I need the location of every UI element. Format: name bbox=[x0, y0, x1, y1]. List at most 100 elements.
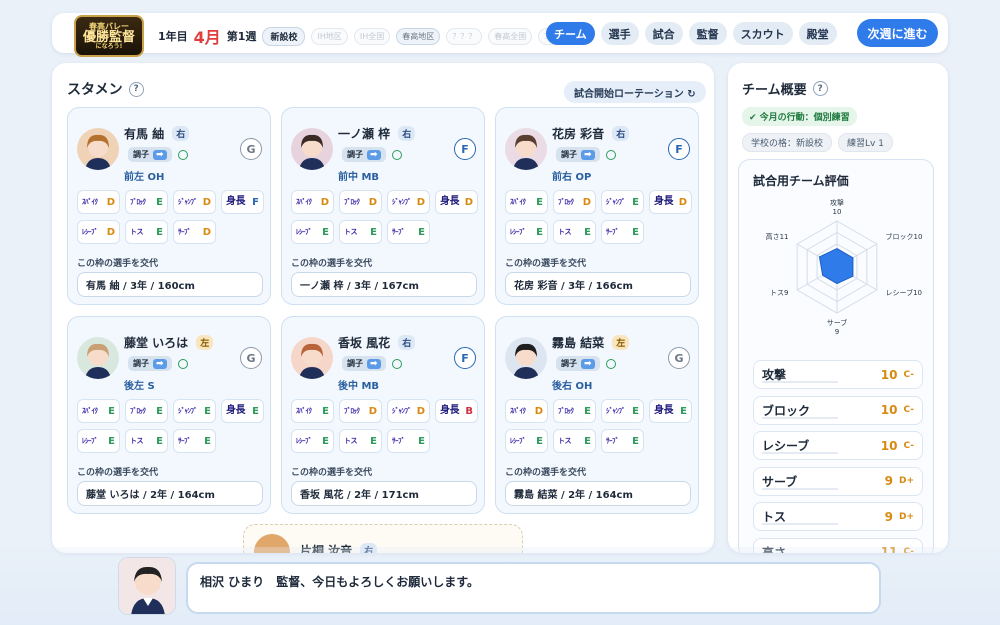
skill-item: ｽﾊﾟｲｸ E bbox=[291, 399, 334, 423]
skill-item: ﾚｼｰﾌﾞ E bbox=[77, 429, 120, 453]
skill-item: ｼﾞｬﾝﾌﾟ D bbox=[387, 399, 430, 423]
player-select[interactable]: 花房 彩音 / 3年 / 166cm bbox=[505, 272, 691, 297]
stat-grade: D+ bbox=[898, 511, 914, 522]
player-card[interactable]: 香坂 風花 右 調子 ➡ 後中 MB F ｽﾊﾟｲｸ E ﾌﾞﾛｯｸ D ｼﾞｬﾝﾌﾟ D 身… bbox=[281, 316, 485, 514]
tab-players[interactable]: 選手 bbox=[600, 22, 639, 45]
help-icon[interactable]: ? bbox=[812, 81, 828, 96]
skill-icon: ｽﾊﾟｲｸ bbox=[82, 406, 98, 415]
skill-grade: D bbox=[106, 196, 115, 208]
arrow-right-icon: ➡ bbox=[153, 358, 167, 369]
tab-team[interactable]: チーム bbox=[546, 22, 595, 45]
player-name: 有馬 紬 bbox=[124, 127, 165, 141]
skill-item: ｽﾊﾟｲｸ D bbox=[291, 190, 334, 214]
tab-coach[interactable]: 監督 bbox=[688, 22, 727, 45]
skill-grade: E bbox=[156, 435, 163, 447]
skill-grade: D bbox=[416, 196, 425, 208]
player-card[interactable]: 有馬 紬 右 調子 ➡ 前左 OH G ｽﾊﾟｲｸ D ﾌﾞﾛｯｸ E ｼﾞｬﾝﾌﾟ D 身長… bbox=[67, 107, 271, 305]
skill-icon: 身長 bbox=[440, 405, 460, 416]
skill-icon: ｼﾞｬﾝﾌﾟ bbox=[178, 197, 198, 206]
player-select[interactable]: 一ノ瀬 梓 / 3年 / 167cm bbox=[291, 272, 477, 297]
avatar bbox=[77, 128, 119, 170]
player-card[interactable]: 霧島 結菜 左 調子 ➡ 後右 OH G ｽﾊﾟｲｸ D ﾌﾞﾛｯｸ E ｼﾞｬﾝﾌﾟ E 身… bbox=[495, 316, 699, 514]
position-label: 後右 OH bbox=[552, 381, 593, 392]
tab-scout[interactable]: スカウト bbox=[732, 22, 793, 45]
stat-row: レシーブ 10 C- bbox=[753, 431, 923, 460]
rotation-button[interactable]: 試合開始ローテーション ↻ bbox=[564, 81, 706, 103]
player-card[interactable]: 一ノ瀬 梓 右 調子 ➡ 前中 MB F ｽﾊﾟｲｸ D ﾌﾞﾛｯｸ D ｼﾞｬﾝﾌﾟ D 身… bbox=[281, 107, 485, 305]
player-card[interactable]: 藤堂 いろは 左 調子 ➡ 後左 S G ｽﾊﾟｲｸ E ﾌﾞﾛｯｸ E ｼﾞｬﾝﾌﾟ E 身… bbox=[67, 316, 271, 514]
skill-item: ｻｰﾌﾞ E bbox=[387, 429, 430, 453]
stat-row: ブロック 10 C- bbox=[753, 395, 923, 425]
skill-icon: ｽﾊﾟｲｸ bbox=[82, 197, 98, 206]
radar-data-area bbox=[818, 248, 854, 285]
hand-badge: 右 bbox=[398, 126, 416, 141]
skill-item: ｼﾞｬﾝﾌﾟ E bbox=[601, 190, 644, 214]
tab-match[interactable]: 試合 bbox=[644, 22, 683, 45]
dialog-box[interactable]: 相沢 ひまり 監督、今日もよろしくお願いします。 bbox=[186, 562, 881, 614]
skill-grade: E bbox=[252, 405, 259, 417]
skill-grid: ｽﾊﾟｲｸ D ﾌﾞﾛｯｸ E ｼﾞｬﾝﾌﾟ D 身長 F ﾚｼｰﾌﾞ D トス E ｻｰﾌﾞ D bbox=[77, 190, 267, 244]
tournament-spring-region: 春高地区 bbox=[396, 27, 441, 45]
player-portrait-icon bbox=[85, 343, 111, 379]
monthly-action-badge: ✔ 今月の行動：個別練習 bbox=[742, 107, 857, 126]
skill-icon: 身長 bbox=[654, 196, 674, 207]
arrow-right-icon: ➡ bbox=[581, 358, 595, 369]
tournament-unknown-1: ？？？ bbox=[446, 27, 483, 45]
player-select[interactable]: 有馬 紬 / 3年 / 160cm bbox=[77, 272, 263, 297]
skill-item: トス E bbox=[553, 220, 596, 244]
skill-icon: ﾌﾞﾛｯｸ bbox=[344, 406, 360, 415]
tournament-ih-national: IH全国 bbox=[353, 27, 391, 45]
skill-grade: E bbox=[632, 405, 639, 417]
tab-hall-of-fame[interactable]: 殿堂 bbox=[798, 22, 837, 45]
skill-grid: ｽﾊﾟｲｸ D ﾌﾞﾛｯｸ E ｼﾞｬﾝﾌﾟ E 身長 E ﾚｼｰﾌﾞ E トス E ｻｰﾌﾞ E bbox=[505, 399, 695, 453]
avatar bbox=[505, 337, 547, 379]
radar-chart: 攻撃 10 ブロック10 レシーブ10 サーブ 9 トス9 高さ11 bbox=[766, 198, 923, 336]
help-icon[interactable]: ? bbox=[128, 81, 144, 97]
skill-icon: ﾌﾞﾛｯｸ bbox=[558, 406, 574, 415]
skill-grade: D bbox=[368, 405, 377, 417]
skill-item: トス E bbox=[339, 429, 382, 453]
stat-bar bbox=[762, 487, 838, 490]
skill-item: ｻｰﾌﾞ E bbox=[601, 220, 644, 244]
stat-value: 10 bbox=[880, 367, 898, 382]
swap-label: この枠の選手を交代 bbox=[77, 468, 159, 478]
player-card[interactable]: 花房 彩音 右 調子 ➡ 前右 OP F ｽﾊﾟｲｸ E ﾌﾞﾛｯｸ D ｼﾞｬﾝﾌﾟ E 身… bbox=[495, 107, 699, 305]
skill-item: ｽﾊﾟｲｸ E bbox=[505, 190, 548, 214]
smile-icon bbox=[605, 149, 616, 160]
year-label: 1年目 bbox=[158, 30, 188, 43]
stat-value: 10 bbox=[880, 403, 898, 417]
week-label: 第1週 bbox=[226, 30, 257, 43]
stat-grade: C- bbox=[903, 405, 914, 415]
skill-grade: E bbox=[536, 226, 543, 238]
player-select[interactable]: 霧島 結菜 / 2年 / 164cm bbox=[505, 481, 691, 506]
skill-grade: D bbox=[582, 196, 591, 208]
arrow-right-icon: ➡ bbox=[367, 358, 381, 369]
swap-label: この枠の選手を交代 bbox=[505, 468, 587, 478]
skill-grade: D bbox=[534, 405, 543, 417]
stat-bar bbox=[762, 381, 838, 383]
school-badge: 新設校 bbox=[262, 26, 306, 46]
skill-item: トス E bbox=[125, 429, 168, 453]
skill-icon: ﾌﾞﾛｯｸ bbox=[130, 406, 146, 415]
condition-badge: 調子 ➡ bbox=[128, 147, 172, 162]
hand-badge: 右 bbox=[172, 126, 190, 141]
skill-item: トス E bbox=[553, 429, 596, 453]
skill-icon: ｻｰﾌﾞ bbox=[178, 227, 191, 236]
player-select[interactable]: 香坂 風花 / 2年 / 171cm bbox=[291, 481, 477, 506]
skill-icon: ｽﾊﾟｲｸ bbox=[510, 406, 526, 415]
skill-item: ｼﾞｬﾝﾌﾟ E bbox=[601, 399, 644, 423]
skill-icon: ﾚｼｰﾌﾞ bbox=[82, 436, 98, 445]
skill-grade: D bbox=[106, 226, 115, 238]
smile-icon bbox=[605, 358, 616, 369]
skill-item: 身長 D bbox=[649, 190, 692, 214]
skill-icon: ﾚｼｰﾌﾞ bbox=[296, 227, 312, 236]
skill-item: 身長 B bbox=[435, 399, 478, 423]
skill-grade: E bbox=[536, 196, 543, 208]
player-select[interactable]: 藤堂 いろは / 2年 / 164cm bbox=[77, 481, 263, 506]
smile-icon bbox=[391, 358, 402, 369]
stat-value: 10 bbox=[880, 438, 898, 453]
condition-badge: 調子 ➡ bbox=[342, 147, 386, 162]
next-week-button[interactable]: 次週に進む bbox=[857, 19, 938, 47]
overall-grade: G bbox=[668, 347, 690, 369]
skill-icon: トス bbox=[344, 227, 358, 236]
